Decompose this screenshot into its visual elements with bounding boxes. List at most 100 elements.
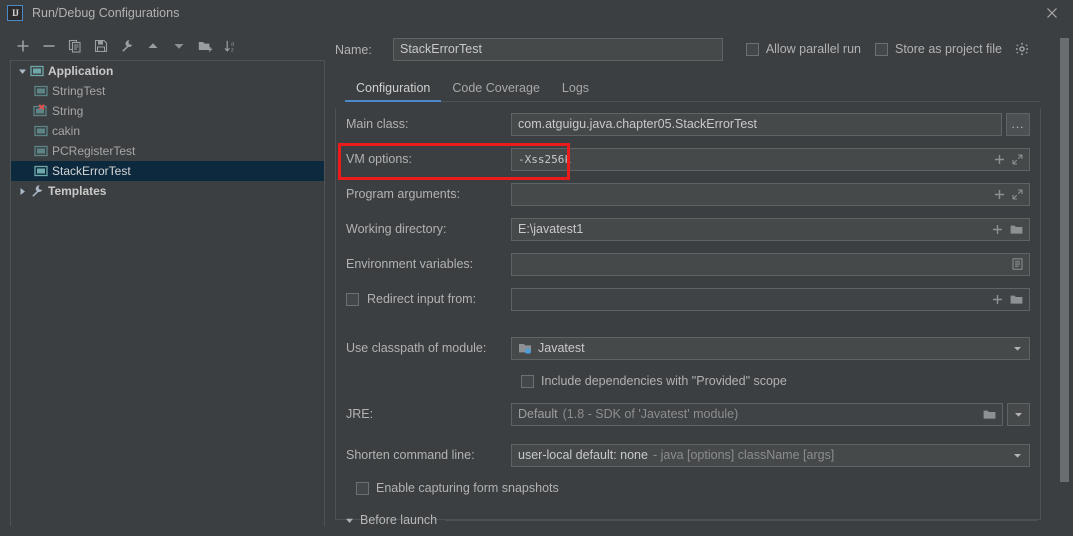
arrow-up-icon[interactable] (140, 34, 166, 58)
chevron-down-icon[interactable] (1012, 343, 1023, 354)
shorten-command-line-detail: - java [options] className [args] (652, 448, 835, 462)
tab-logs[interactable]: Logs (551, 81, 600, 101)
tree-node-label: cakin (52, 124, 81, 138)
expand-editor-icon[interactable] (1012, 153, 1023, 165)
shorten-command-line-combobox[interactable]: user-local default: none - java [options… (511, 443, 1030, 467)
tree-node-application[interactable]: Application (11, 61, 324, 81)
working-directory-row: Working directory: E:\javatest1 (346, 217, 1030, 241)
include-provided-scope-label: Include dependencies with "Provided" sco… (541, 374, 787, 388)
main-class-label: Main class: (346, 117, 409, 131)
run-config-icon (33, 143, 49, 159)
use-classpath-of-module-combobox[interactable]: Javatest (511, 336, 1030, 360)
gear-icon[interactable] (1015, 42, 1029, 56)
expand-editor-icon[interactable] (1012, 188, 1023, 200)
before-launch-label: Before launch (360, 513, 438, 527)
run-config-icon (33, 163, 49, 179)
tree-node-cakin[interactable]: cakin (11, 121, 324, 141)
program-arguments-label: Program arguments: (346, 187, 460, 201)
tree-node-label: String (52, 104, 84, 118)
working-directory-input[interactable]: E:\javatest1 (511, 217, 1030, 241)
use-classpath-of-module-value: Javatest (538, 341, 585, 355)
remove-configuration-button[interactable] (36, 34, 62, 58)
store-as-project-file-checkbox[interactable]: Store as project file (875, 42, 1029, 56)
environment-variables-field-icons (1006, 258, 1023, 270)
browse-folder-icon[interactable] (983, 409, 996, 420)
vm-options-row: VM options: -Xss256k (346, 147, 1030, 171)
shorten-command-line-label: Shorten command line: (346, 448, 475, 462)
edit-list-icon[interactable] (1012, 258, 1023, 270)
browse-folder-icon[interactable] (1010, 224, 1023, 235)
save-icon[interactable] (88, 34, 114, 58)
checkbox-box[interactable] (356, 481, 369, 495)
vm-options-label: VM options: (346, 152, 413, 166)
close-icon[interactable] (1043, 4, 1061, 22)
tree-node-stackerrortest[interactable]: StackErrorTest (11, 161, 324, 181)
tab-configuration[interactable]: Configuration (345, 81, 442, 102)
tree-node-templates[interactable]: Templates (11, 181, 324, 201)
name-input-value: StackErrorTest (400, 42, 482, 56)
redirect-input-checkbox[interactable]: Redirect input from: (346, 292, 511, 306)
vertical-scrollbar[interactable] (1060, 30, 1069, 530)
scrollbar-thumb[interactable] (1060, 38, 1069, 482)
expand-triangle-down-icon[interactable] (15, 64, 29, 78)
before-launch-section[interactable]: Before launch (335, 508, 1041, 532)
macro-plus-icon[interactable] (994, 154, 1005, 165)
working-directory-value: E:\javatest1 (518, 222, 584, 236)
redirect-input-field[interactable] (511, 287, 1030, 311)
main-class-row: Main class: com.atguigu.java.chapter05.S… (346, 112, 1030, 136)
macro-plus-icon[interactable] (992, 294, 1003, 305)
tab-code-coverage[interactable]: Code Coverage (441, 81, 551, 101)
tree-node-label: Templates (48, 184, 107, 198)
arrow-down-icon[interactable] (166, 34, 192, 58)
redirect-input-row: Redirect input from: (346, 287, 1030, 311)
sort-az-icon[interactable]: a z (218, 34, 244, 58)
macro-plus-icon[interactable] (992, 224, 1003, 235)
checkbox-box[interactable] (521, 374, 534, 388)
tree-node-label: StackErrorTest (52, 164, 131, 178)
vm-options-input[interactable]: -Xss256k (511, 147, 1030, 171)
configurations-tree[interactable]: Application StringTest String cakin PCRe… (10, 60, 325, 526)
include-provided-scope-row: Include dependencies with "Provided" sco… (346, 371, 1030, 391)
vm-options-value: -Xss256k (518, 152, 571, 166)
expand-triangle-right-icon[interactable] (15, 184, 29, 198)
environment-variables-input[interactable] (511, 252, 1030, 276)
allow-parallel-run-checkbox[interactable]: Allow parallel run (745, 42, 861, 56)
jre-field-icons (977, 409, 996, 420)
tree-node-stringtest[interactable]: StringTest (11, 81, 324, 101)
store-as-project-file-label: Store as project file (895, 42, 1002, 56)
browse-folder-icon[interactable] (1010, 294, 1023, 305)
checkbox-box[interactable] (875, 42, 888, 56)
copy-icon[interactable] (62, 34, 88, 58)
checkbox-box[interactable] (745, 42, 759, 56)
run-config-error-icon (33, 103, 49, 119)
environment-variables-row: Environment variables: (346, 252, 1030, 276)
macro-plus-icon[interactable] (994, 189, 1005, 200)
tree-node-string[interactable]: String (11, 101, 324, 121)
editor-tabs: Configuration Code Coverage Logs (345, 74, 1040, 102)
jre-value: Default (518, 407, 558, 421)
folder-add-icon[interactable] (192, 34, 218, 58)
wrench-icon[interactable] (114, 34, 140, 58)
shorten-command-line-row: Shorten command line: user-local default… (346, 443, 1030, 467)
main-class-browse-button[interactable]: ... (1006, 112, 1030, 136)
redirect-input-field-icons (986, 294, 1023, 305)
include-provided-scope-checkbox[interactable]: Include dependencies with "Provided" sco… (521, 374, 787, 388)
window-title: Run/Debug Configurations (32, 6, 180, 20)
use-classpath-of-module-label: Use classpath of module: (346, 341, 487, 355)
collapse-triangle-down-icon[interactable] (345, 516, 354, 525)
chevron-down-icon[interactable] (1012, 450, 1023, 461)
allow-parallel-run-label: Allow parallel run (765, 42, 861, 56)
add-configuration-button[interactable] (10, 34, 36, 58)
header-options: Allow parallel run Store as project file (745, 42, 1029, 56)
use-classpath-of-module-row: Use classpath of module: Javatest (346, 336, 1030, 360)
main-class-input[interactable]: com.atguigu.java.chapter05.StackErrorTes… (511, 112, 1002, 136)
program-arguments-input[interactable] (511, 182, 1030, 206)
checkbox-box[interactable] (346, 292, 359, 306)
jre-dropdown-button[interactable] (1007, 402, 1030, 426)
name-input[interactable]: StackErrorTest (393, 38, 723, 61)
tree-node-pcregistertest[interactable]: PCRegisterTest (11, 141, 324, 161)
jre-combobox[interactable]: Default (1.8 - SDK of 'Javatest' module) (511, 402, 1003, 426)
enable-capturing-form-snapshots-checkbox[interactable]: Enable capturing form snapshots (356, 481, 559, 495)
shorten-command-line-value: user-local default: none (518, 448, 648, 462)
program-arguments-row: Program arguments: (346, 182, 1030, 206)
